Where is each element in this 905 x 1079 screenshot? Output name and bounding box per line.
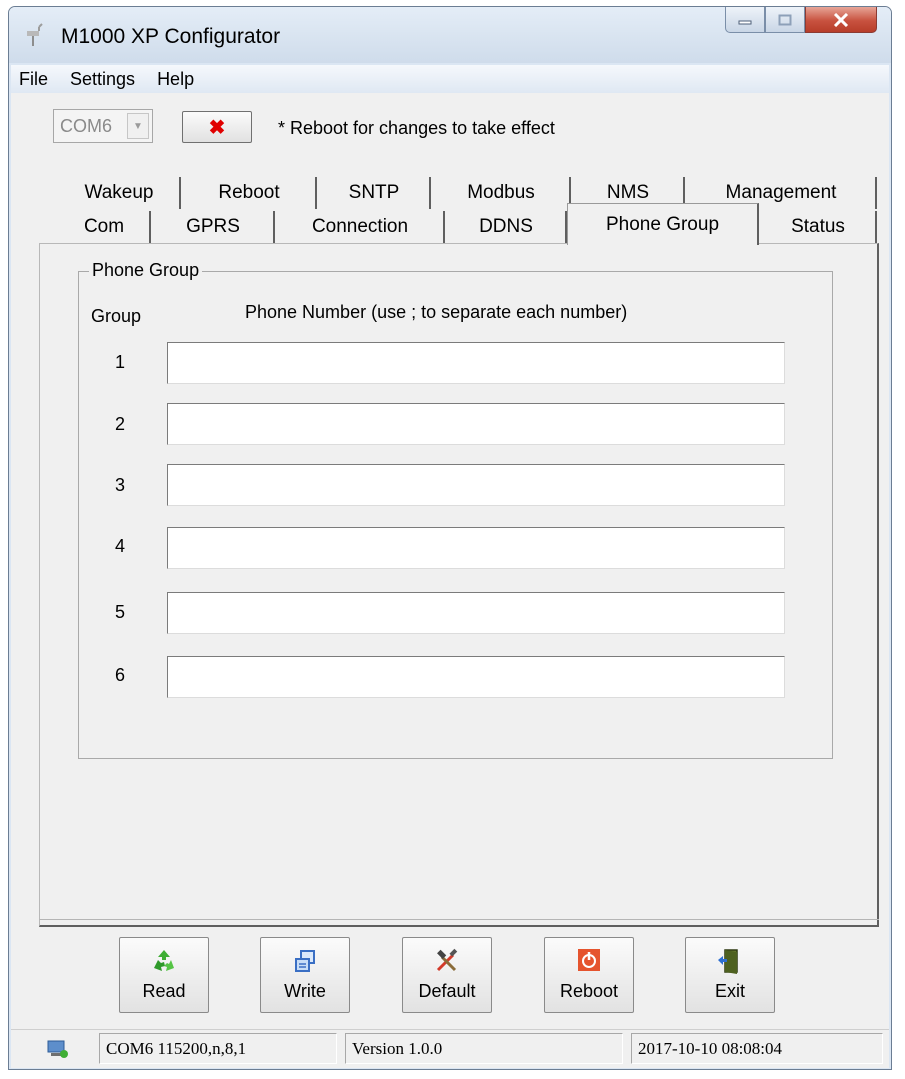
tab-label: Management [725, 182, 837, 203]
status-datetime: 2017-10-10 08:08:04 [631, 1033, 883, 1064]
recycle-icon [154, 950, 174, 971]
minimize-icon [738, 20, 752, 24]
com-port-value: COM6 [60, 116, 113, 136]
tab-sntp[interactable]: SNTP [319, 177, 431, 209]
phone-number-input-6[interactable] [167, 656, 785, 698]
tab-gprs[interactable]: GPRS [153, 211, 275, 243]
read-label: Read [142, 981, 186, 1001]
tab-label: SNTP [348, 182, 400, 203]
default-label: Default [418, 981, 476, 1001]
tab-label: Phone Group [605, 213, 720, 235]
datetime-text: 2017-10-10 08:08:04 [638, 1038, 783, 1058]
group-legend: Phone Group [89, 260, 203, 281]
power-icon [578, 949, 600, 971]
phone-number-input-5[interactable] [167, 592, 785, 634]
reboot-button[interactable]: Reboot [544, 937, 634, 1013]
group-number: 5 [115, 602, 126, 622]
tab-label: Modbus [467, 182, 535, 203]
tab-label: Status [791, 216, 845, 237]
phone-group-panel: Phone Group Group Phone Number (use ; to… [39, 243, 879, 927]
tab-phone-group[interactable]: Phone Group [567, 203, 759, 245]
reboot-note: * Reboot for changes to take effect [278, 118, 555, 138]
app-window: M1000 XP Configurator File Settings Help… [8, 6, 892, 1070]
read-button[interactable]: Read [119, 937, 209, 1013]
divider [39, 919, 879, 920]
menu-help[interactable]: Help [149, 69, 202, 90]
version-text: Version 1.0.0 [352, 1038, 443, 1058]
disconnect-button[interactable]: ✖ [182, 111, 252, 143]
tab-status[interactable]: Status [761, 211, 877, 243]
phone-number-input-2[interactable] [167, 403, 785, 445]
tab-label: DDNS [479, 216, 533, 237]
group-column-header: Group [91, 306, 142, 326]
close-icon [833, 12, 849, 27]
reboot-label: Reboot [559, 981, 619, 1001]
phone-column-header: Phone Number (use ; to separate each num… [245, 302, 628, 322]
default-button[interactable]: Default [402, 937, 492, 1013]
client-area: COM6 ▼ ✖ * Reboot for changes to take ef… [11, 93, 889, 1068]
copy-pages-icon [295, 950, 315, 972]
tab-wakeup[interactable]: Wakeup [59, 177, 181, 209]
close-window-button[interactable] [805, 7, 877, 33]
group-number: 2 [115, 414, 126, 434]
tab-connection[interactable]: Connection [277, 211, 445, 243]
tab-com[interactable]: Com [59, 211, 151, 243]
exit-button[interactable]: Exit [685, 937, 775, 1013]
tab-reboot[interactable]: Reboot [183, 177, 317, 209]
chevron-down-icon[interactable]: ▼ [127, 113, 149, 139]
tab-label: Com [83, 216, 125, 237]
tab-label: NMS [606, 182, 650, 203]
connection-text: COM6 115200,n,8,1 [106, 1038, 247, 1058]
status-version: Version 1.0.0 [345, 1033, 623, 1064]
exit-door-icon [718, 949, 738, 974]
tab-ddns[interactable]: DDNS [447, 211, 567, 243]
group-number: 4 [115, 536, 126, 556]
group-number: 3 [115, 475, 126, 495]
exit-label: Exit [714, 981, 745, 1001]
status-connection: COM6 115200,n,8,1 [99, 1033, 337, 1064]
maximize-icon [778, 14, 792, 25]
title-bar[interactable]: M1000 XP Configurator [9, 7, 891, 63]
write-button[interactable]: Write [260, 937, 350, 1013]
menu-file[interactable]: File [11, 69, 56, 90]
menu-bar: File Settings Help [11, 65, 889, 93]
tab-label: GPRS [186, 216, 240, 237]
com-port-select[interactable]: COM6 ▼ [53, 109, 153, 143]
close-x-icon: ✖ [208, 116, 226, 139]
tools-icon [436, 948, 458, 972]
write-label: Write [284, 981, 326, 1001]
maximize-button[interactable] [765, 7, 805, 33]
phone-group-box: Phone Group Group Phone Number (use ; to… [78, 260, 833, 759]
group-number: 6 [115, 665, 126, 685]
window-title: M1000 XP Configurator [61, 25, 281, 48]
phone-number-input-1[interactable] [167, 342, 785, 384]
group-number: 1 [115, 352, 126, 372]
tab-label: Wakeup [84, 182, 154, 203]
phone-number-input-3[interactable] [167, 464, 785, 506]
tab-label: Connection [311, 216, 409, 237]
menu-settings[interactable]: Settings [62, 69, 143, 90]
minimize-button[interactable] [725, 7, 765, 33]
status-bar: COM6 115200,n,8,1 Version 1.0.0 2017-10-… [11, 1029, 889, 1068]
tab-modbus[interactable]: Modbus [433, 177, 571, 209]
tab-label: Reboot [218, 182, 280, 203]
app-antenna-icon [27, 23, 43, 46]
phone-number-input-4[interactable] [167, 527, 785, 569]
network-status-icon [47, 1040, 68, 1058]
